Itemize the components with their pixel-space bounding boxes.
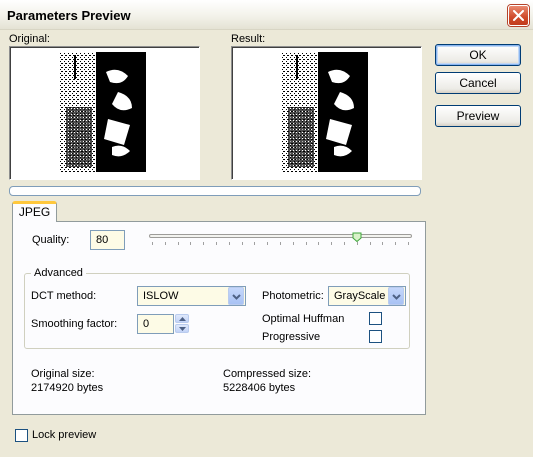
quality-slider-thumb[interactable] (352, 232, 362, 242)
quality-input[interactable]: 80 (90, 230, 125, 250)
smoothing-factor-label: Smoothing factor: (31, 318, 118, 330)
slider-tick (370, 242, 371, 245)
window-title: Parameters Preview (7, 8, 131, 23)
slider-tick (344, 242, 345, 245)
progressive-label: Progressive (262, 331, 321, 343)
optimal-huffman-checkbox[interactable] (369, 312, 382, 325)
photometric-label: Photometric: (262, 290, 324, 302)
progressive-checkbox[interactable] (369, 330, 382, 343)
quality-slider-track[interactable] (149, 234, 412, 238)
slider-tick (165, 242, 166, 245)
photometric-select[interactable]: GrayScale (328, 286, 406, 306)
result-label: Result: (231, 33, 266, 45)
slider-tick (242, 242, 243, 245)
slider-tick (178, 242, 179, 245)
slider-tick (382, 242, 383, 245)
compressed-size-label: Compressed size: (223, 368, 312, 380)
slider-tick (306, 242, 307, 245)
tab-jpeg[interactable]: JPEG (12, 201, 57, 222)
smoothing-down-button[interactable] (175, 324, 189, 333)
dct-method-label: DCT method: (31, 290, 97, 302)
slider-tick (280, 242, 281, 245)
smoothing-up-button[interactable] (175, 314, 189, 323)
photometric-dropdown-button[interactable] (388, 287, 404, 305)
close-button[interactable] (508, 5, 529, 26)
slider-tick (229, 242, 230, 245)
original-image (60, 52, 146, 172)
slider-tick (357, 242, 358, 245)
slider-tick (331, 242, 332, 245)
dct-method-dropdown-button[interactable] (228, 287, 244, 305)
result-image (282, 52, 368, 172)
cancel-button[interactable]: Cancel (435, 72, 521, 94)
optimal-huffman-label: Optimal Huffman (262, 313, 345, 325)
preview-button[interactable]: Preview (435, 105, 521, 127)
slider-tick (216, 242, 217, 245)
quality-label: Quality: (32, 234, 70, 246)
photometric-value: GrayScale (334, 290, 386, 302)
lock-preview-checkbox[interactable] (15, 429, 28, 442)
smoothing-factor-input[interactable]: 0 (137, 314, 174, 334)
slider-tick (318, 242, 319, 245)
original-preview (9, 46, 200, 180)
advanced-groupbox (24, 273, 410, 349)
slider-tick (267, 242, 268, 245)
lock-preview-label[interactable]: Lock preview (32, 429, 96, 441)
original-size-value: 2174920 bytes (31, 382, 104, 394)
dct-method-select[interactable]: ISLOW (137, 286, 246, 306)
slider-tick (190, 242, 191, 245)
chevron-down-icon (232, 294, 241, 300)
dct-method-value: ISLOW (143, 290, 179, 302)
slider-tick (203, 242, 204, 245)
result-preview (231, 46, 422, 180)
title-bar[interactable]: Parameters Preview (0, 0, 533, 30)
arrow-up-icon (179, 317, 186, 321)
ok-button[interactable]: OK (435, 44, 521, 66)
slider-tick (152, 242, 153, 245)
advanced-legend: Advanced (31, 267, 86, 279)
close-icon (513, 10, 524, 21)
slider-tick (293, 242, 294, 245)
original-size-label: Original size: (31, 368, 95, 380)
compressed-size-value: 5228406 bytes (223, 382, 296, 394)
slider-tick (408, 242, 409, 245)
chevron-down-icon (392, 294, 401, 300)
original-label: Original: (9, 33, 50, 45)
progress-bar (9, 186, 421, 196)
slider-tick (254, 242, 255, 245)
arrow-down-icon (179, 327, 186, 331)
slider-tick (395, 242, 396, 245)
